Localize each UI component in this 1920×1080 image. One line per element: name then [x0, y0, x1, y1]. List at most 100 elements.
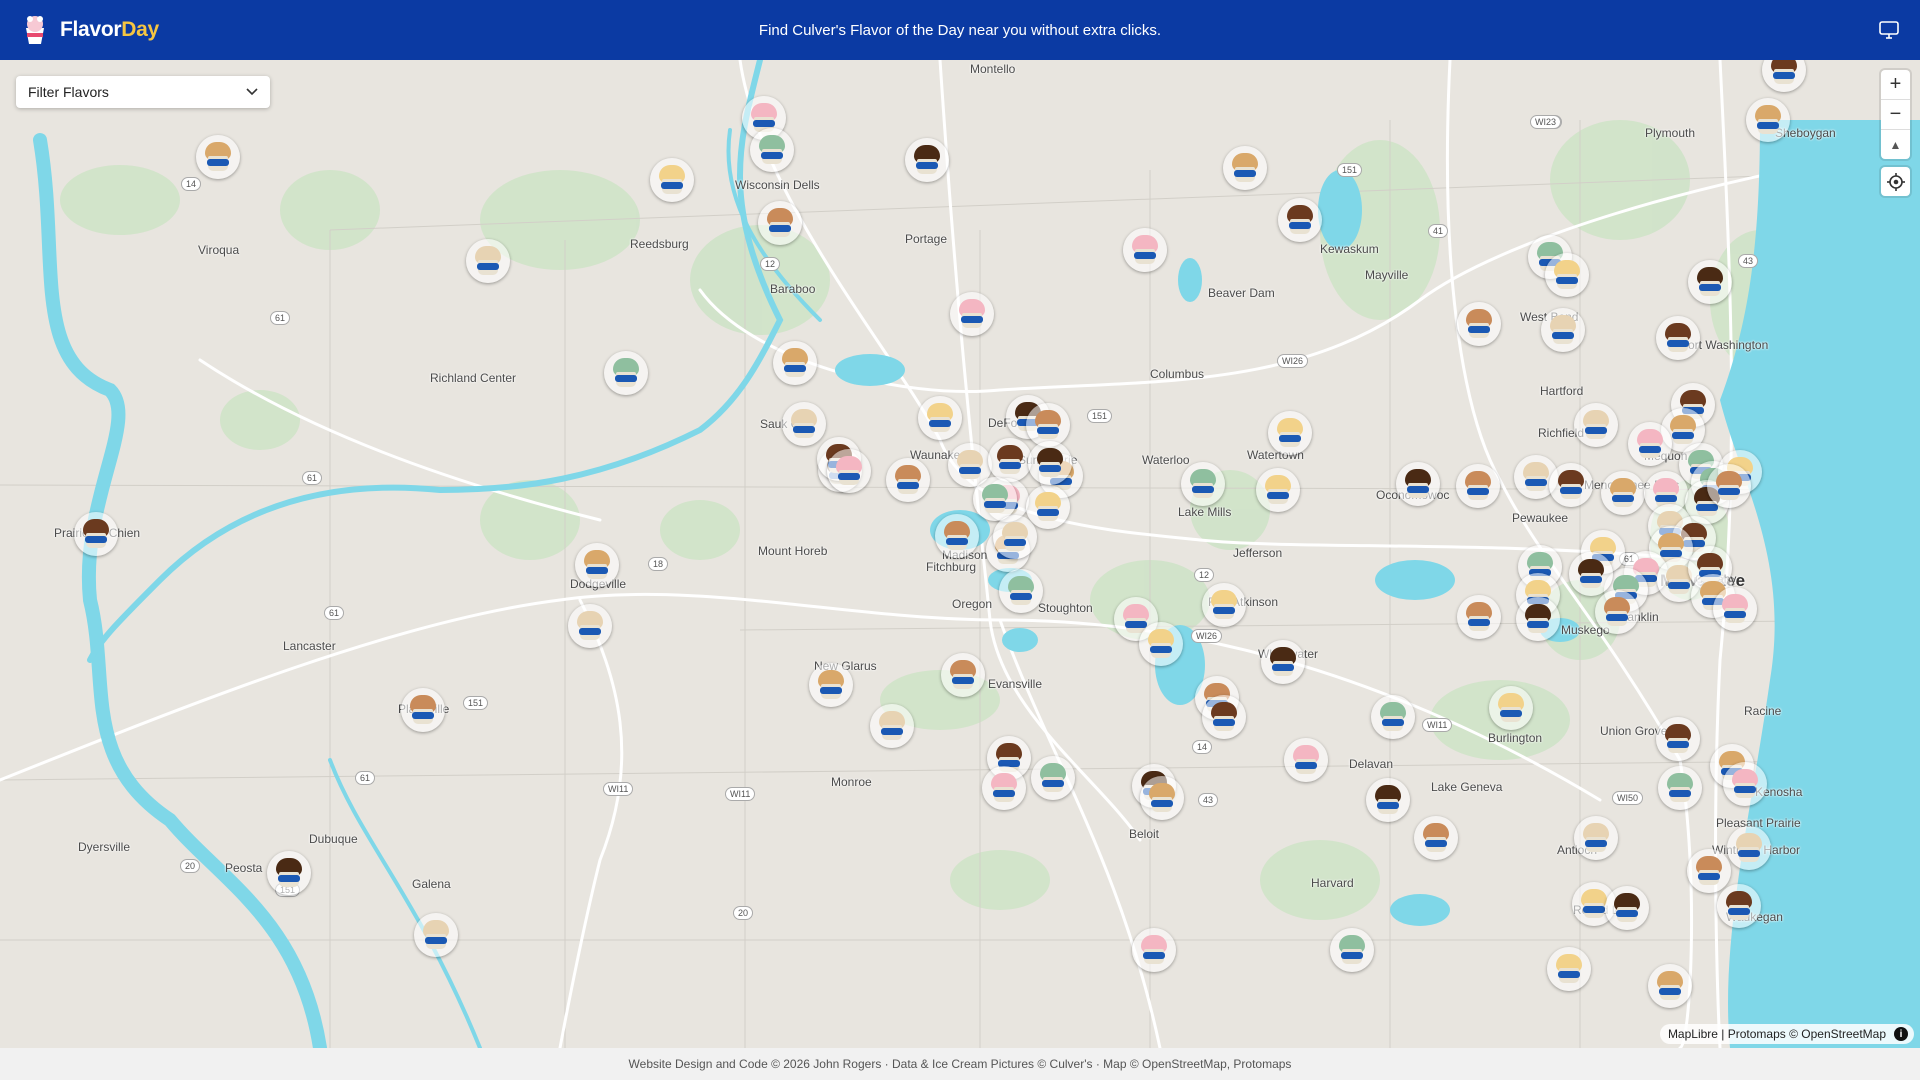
display-mode-button[interactable]	[1876, 17, 1902, 43]
flavor-marker[interactable]	[1541, 308, 1585, 352]
flavor-marker[interactable]	[1140, 776, 1184, 820]
flavor-marker[interactable]	[1687, 849, 1731, 893]
flavor-marker[interactable]	[827, 449, 871, 493]
flavor-marker[interactable]	[950, 292, 994, 336]
flavor-marker[interactable]	[1746, 98, 1790, 142]
flavor-marker[interactable]	[1547, 947, 1591, 991]
flavor-marker[interactable]	[1371, 695, 1415, 739]
flavor-marker[interactable]	[1396, 462, 1440, 506]
flavor-marker[interactable]	[1181, 462, 1225, 506]
flavor-marker[interactable]	[1569, 552, 1613, 596]
flavor-marker[interactable]	[414, 913, 458, 957]
flavor-marker[interactable]	[758, 201, 802, 245]
flavor-marker[interactable]	[750, 128, 794, 172]
flavor-marker[interactable]	[1707, 464, 1751, 508]
flavor-marker[interactable]	[1717, 884, 1761, 928]
flavor-marker[interactable]	[1595, 590, 1639, 634]
ice-cream-cup-icon	[1603, 597, 1631, 627]
flavor-marker[interactable]	[604, 351, 648, 395]
flavor-marker[interactable]	[1574, 816, 1618, 860]
flavor-marker[interactable]	[993, 515, 1037, 559]
ice-cream-cup-icon	[1497, 693, 1525, 723]
flavor-marker[interactable]	[782, 402, 826, 446]
compass-reset-button[interactable]: ▲	[1881, 130, 1910, 159]
place-label: Wisconsin Dells	[735, 178, 820, 192]
road-shield: 20	[733, 906, 754, 920]
flavor-marker[interactable]	[650, 158, 694, 202]
flavor-marker[interactable]	[1330, 928, 1374, 972]
flavor-marker[interactable]	[466, 239, 510, 283]
ice-cream-cup-icon	[1148, 783, 1176, 813]
flavor-marker[interactable]	[1256, 468, 1300, 512]
flavor-marker[interactable]	[1457, 302, 1501, 346]
flavor-marker[interactable]	[1516, 597, 1560, 641]
road-shield: 18	[648, 557, 669, 571]
geolocate-button[interactable]	[1881, 167, 1910, 196]
flavor-marker[interactable]	[1457, 595, 1501, 639]
flavor-marker[interactable]	[870, 704, 914, 748]
flavor-marker[interactable]	[999, 569, 1043, 613]
flavor-marker[interactable]	[1605, 886, 1649, 930]
flavor-marker[interactable]	[1574, 403, 1618, 447]
flavor-marker[interactable]	[809, 663, 853, 707]
flavor-marker[interactable]	[918, 396, 962, 440]
flavor-marker[interactable]	[1713, 587, 1757, 631]
flavor-marker[interactable]	[1132, 928, 1176, 972]
info-icon[interactable]: i	[1894, 1027, 1908, 1041]
flavor-marker[interactable]	[575, 543, 619, 587]
flavor-marker[interactable]	[267, 851, 311, 895]
flavor-marker[interactable]	[1723, 762, 1767, 806]
brand-home-link[interactable]: FlavorDay	[20, 14, 159, 46]
flavor-marker[interactable]	[1123, 228, 1167, 272]
zoom-controls: + − ▲	[1881, 70, 1910, 159]
map-canvas[interactable]: Filter Flavors + − ▲ Montello Wisconsin D…	[0, 60, 1920, 1048]
flavor-marker[interactable]	[1284, 738, 1328, 782]
flavor-marker[interactable]	[1278, 198, 1322, 242]
flavor-marker[interactable]	[568, 604, 612, 648]
road-shield: 61	[324, 606, 345, 620]
flavor-marker[interactable]	[1656, 717, 1700, 761]
zoom-in-button[interactable]: +	[1881, 70, 1910, 100]
flavor-marker[interactable]	[1545, 253, 1589, 297]
flavor-marker[interactable]	[1366, 778, 1410, 822]
flavor-marker[interactable]	[1688, 260, 1732, 304]
place-label: Plymouth	[1645, 126, 1696, 140]
ice-cream-cup-icon	[1210, 590, 1238, 620]
flavor-marker[interactable]	[886, 458, 930, 502]
flavor-marker[interactable]	[1026, 485, 1070, 529]
place-label: Columbus	[1150, 367, 1205, 381]
flavor-marker[interactable]	[1139, 622, 1183, 666]
road-shield: WI26	[1191, 629, 1223, 643]
map-attribution: MapLibre | Protomaps © OpenStreetMap i	[1659, 1024, 1914, 1044]
flavor-marker[interactable]	[935, 514, 979, 558]
flavor-marker[interactable]	[401, 688, 445, 732]
flavor-marker[interactable]	[1628, 422, 1672, 466]
flavor-marker[interactable]	[1028, 441, 1072, 485]
zoom-out-button[interactable]: −	[1881, 100, 1910, 130]
flavor-marker[interactable]	[74, 512, 118, 556]
flavor-marker[interactable]	[1414, 816, 1458, 860]
flavor-marker[interactable]	[1489, 686, 1533, 730]
flavor-marker[interactable]	[988, 438, 1032, 482]
flavor-marker[interactable]	[1268, 411, 1312, 455]
flavor-marker[interactable]	[982, 766, 1026, 810]
flavor-marker[interactable]	[1658, 766, 1702, 810]
flavor-marker[interactable]	[1727, 826, 1771, 870]
flavor-marker[interactable]	[1202, 583, 1246, 627]
flavor-marker[interactable]	[1202, 695, 1246, 739]
flavor-marker[interactable]	[196, 135, 240, 179]
ice-cream-cup-icon	[1034, 492, 1062, 522]
flavor-marker[interactable]	[941, 653, 985, 697]
flavor-marker[interactable]	[1648, 964, 1692, 1008]
flavor-marker[interactable]	[1656, 316, 1700, 360]
flavor-marker[interactable]	[1601, 471, 1645, 515]
flavor-marker[interactable]	[1549, 463, 1593, 507]
flavor-marker[interactable]	[1031, 756, 1075, 800]
flavor-marker[interactable]	[1223, 146, 1267, 190]
filter-flavors-dropdown[interactable]: Filter Flavors	[16, 76, 270, 108]
flavor-marker[interactable]	[1261, 640, 1305, 684]
ice-cream-cup-icon	[790, 409, 818, 439]
flavor-marker[interactable]	[905, 138, 949, 182]
flavor-marker[interactable]	[1456, 464, 1500, 508]
flavor-marker[interactable]	[773, 341, 817, 385]
